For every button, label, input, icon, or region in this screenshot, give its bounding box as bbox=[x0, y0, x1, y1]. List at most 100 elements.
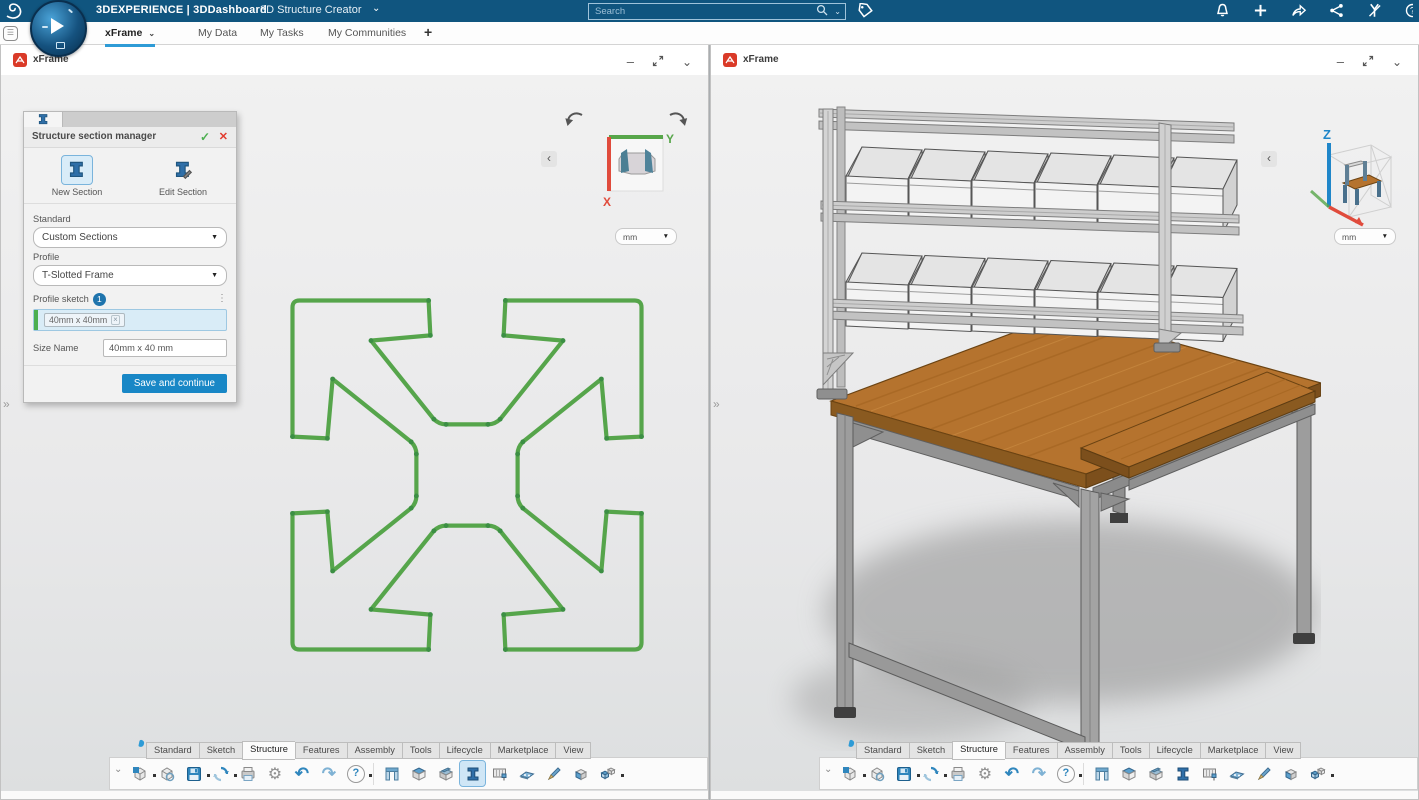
redo-button[interactable] bbox=[1026, 761, 1051, 786]
open-box-tool-button[interactable] bbox=[433, 761, 458, 786]
expand-button[interactable] bbox=[1362, 54, 1374, 72]
collapse-widget-chevron[interactable] bbox=[541, 151, 557, 167]
section-manager-tab[interactable] bbox=[24, 112, 63, 127]
edit-tool-button[interactable] bbox=[1251, 761, 1276, 786]
search-icon[interactable] bbox=[816, 3, 828, 21]
profile-sketch-field[interactable]: 40mm x 40mm bbox=[33, 309, 227, 331]
tab-my-tasks[interactable]: My Tasks bbox=[260, 22, 304, 44]
toolbar-collapse-icon[interactable] bbox=[824, 764, 832, 775]
plate-tool-button[interactable] bbox=[514, 761, 539, 786]
notifications-bell-icon[interactable] bbox=[1215, 3, 1231, 19]
undo-button[interactable] bbox=[999, 761, 1024, 786]
assembly-tool-button[interactable] bbox=[595, 761, 620, 786]
ribbon-tab[interactable]: View bbox=[1265, 742, 1301, 759]
ribbon-tab[interactable]: Sketch bbox=[199, 742, 242, 759]
ribbon-tab[interactable]: Sketch bbox=[909, 742, 952, 759]
sketch-viewport[interactable]: Y X mm Structure section manager New Sec… bbox=[1, 75, 708, 791]
search-scope-chevron-icon[interactable]: ⌄ bbox=[834, 7, 841, 16]
update-button[interactable] bbox=[918, 761, 943, 786]
size-name-input[interactable] bbox=[103, 339, 227, 357]
units-dropdown[interactable]: mm bbox=[615, 228, 677, 245]
minimize-button[interactable] bbox=[627, 53, 634, 71]
profile-select[interactable]: T-Slotted Frame bbox=[33, 265, 227, 286]
help-icon[interactable]: ? bbox=[1405, 3, 1413, 19]
view-axes-widget[interactable]: Y X bbox=[599, 127, 665, 193]
tab-my-data[interactable]: My Data bbox=[198, 22, 237, 44]
ribbon-tab[interactable]: View bbox=[555, 742, 591, 759]
panel-expander-icon[interactable] bbox=[713, 397, 720, 411]
expand-button[interactable] bbox=[652, 54, 664, 72]
new-part-button[interactable] bbox=[837, 761, 862, 786]
3dexperience-compass-logo[interactable] bbox=[30, 0, 87, 57]
ribbon-tab[interactable]: Assembly bbox=[347, 742, 402, 759]
ribbon-tab[interactable]: Lifecycle bbox=[439, 742, 490, 759]
solid-tool-button[interactable] bbox=[568, 761, 593, 786]
panel-header[interactable]: xFrame bbox=[711, 45, 1418, 75]
ribbon-tab[interactable]: Features bbox=[295, 742, 347, 759]
collapse-chevron-button[interactable] bbox=[682, 53, 692, 71]
open-box-tool-button[interactable] bbox=[1143, 761, 1168, 786]
frame-tool-button[interactable] bbox=[1089, 761, 1114, 786]
share-network-icon[interactable] bbox=[1329, 3, 1345, 19]
solid-tool-button[interactable] bbox=[1278, 761, 1303, 786]
section-tool-button[interactable] bbox=[1170, 761, 1195, 786]
redo-button[interactable] bbox=[316, 761, 341, 786]
view-cube-widget[interactable]: Z X bbox=[1299, 125, 1399, 240]
open-part-button[interactable] bbox=[864, 761, 889, 786]
close-icon[interactable] bbox=[219, 130, 228, 143]
app-switcher-chevron-icon[interactable]: ⌄ bbox=[372, 3, 380, 14]
standard-select[interactable]: Custom Sections bbox=[33, 227, 227, 248]
split-solid-tool-button[interactable] bbox=[1116, 761, 1141, 786]
new-section-button[interactable]: New Section bbox=[24, 156, 130, 197]
toolbar-collapse-icon[interactable] bbox=[114, 764, 122, 775]
help-button[interactable] bbox=[343, 761, 368, 786]
edit-tool-button[interactable] bbox=[541, 761, 566, 786]
plate-tool-button[interactable] bbox=[1224, 761, 1249, 786]
ribbon-tab[interactable]: Standard bbox=[856, 742, 909, 759]
ribbon-tab[interactable]: Marketplace bbox=[490, 742, 556, 759]
rotate-view-left-icon[interactable] bbox=[561, 109, 587, 138]
split-solid-tool-button[interactable] bbox=[406, 761, 431, 786]
menu-icon[interactable] bbox=[3, 26, 18, 41]
units-dropdown[interactable]: mm bbox=[1334, 228, 1396, 245]
minimize-button[interactable] bbox=[1337, 53, 1344, 71]
print-button[interactable] bbox=[235, 761, 260, 786]
collapse-widget-chevron[interactable] bbox=[1261, 151, 1277, 167]
share-arrow-icon[interactable] bbox=[1291, 3, 1307, 19]
tab-chevron-icon[interactable]: ⌄ bbox=[148, 29, 155, 38]
save-button[interactable] bbox=[891, 761, 916, 786]
panel-expander-icon[interactable] bbox=[3, 397, 10, 411]
sketch-chip[interactable]: 40mm x 40mm bbox=[44, 313, 125, 327]
collapse-chevron-button[interactable] bbox=[1392, 53, 1402, 71]
frame-tool-button[interactable] bbox=[379, 761, 404, 786]
section-tool-button[interactable] bbox=[460, 761, 485, 786]
assembly-tool-button[interactable] bbox=[1305, 761, 1330, 786]
print-button[interactable] bbox=[945, 761, 970, 786]
update-button[interactable] bbox=[208, 761, 233, 786]
panel-tool-button[interactable] bbox=[1197, 761, 1222, 786]
open-part-button[interactable] bbox=[154, 761, 179, 786]
add-tab-button[interactable]: + bbox=[424, 24, 432, 40]
settings-gear-icon[interactable] bbox=[972, 761, 997, 786]
global-search[interactable]: ⌄ bbox=[588, 3, 846, 20]
settings-gear-icon[interactable] bbox=[262, 761, 287, 786]
kebab-menu-icon[interactable] bbox=[217, 293, 227, 304]
collaboration-icon[interactable] bbox=[1367, 3, 1383, 19]
model-viewport[interactable]: Z X mm bbox=[711, 75, 1418, 791]
save-and-continue-button[interactable]: Save and continue bbox=[122, 374, 227, 393]
ribbon-tab[interactable]: Features bbox=[1005, 742, 1057, 759]
save-button[interactable] bbox=[181, 761, 206, 786]
confirm-icon[interactable] bbox=[200, 130, 210, 144]
ribbon-tab[interactable]: Assembly bbox=[1057, 742, 1112, 759]
tab-xframe[interactable]: xFrame⌄ bbox=[105, 22, 155, 47]
add-content-icon[interactable] bbox=[1253, 3, 1269, 19]
ribbon-tab[interactable]: Structure bbox=[242, 741, 295, 760]
new-part-button[interactable] bbox=[127, 761, 152, 786]
search-input[interactable] bbox=[593, 5, 816, 18]
edit-section-button[interactable]: Edit Section bbox=[130, 156, 236, 197]
undo-button[interactable] bbox=[289, 761, 314, 786]
ribbon-tab[interactable]: Tools bbox=[1112, 742, 1149, 759]
ribbon-tab[interactable]: Marketplace bbox=[1200, 742, 1266, 759]
panel-tool-button[interactable] bbox=[487, 761, 512, 786]
help-button[interactable] bbox=[1053, 761, 1078, 786]
